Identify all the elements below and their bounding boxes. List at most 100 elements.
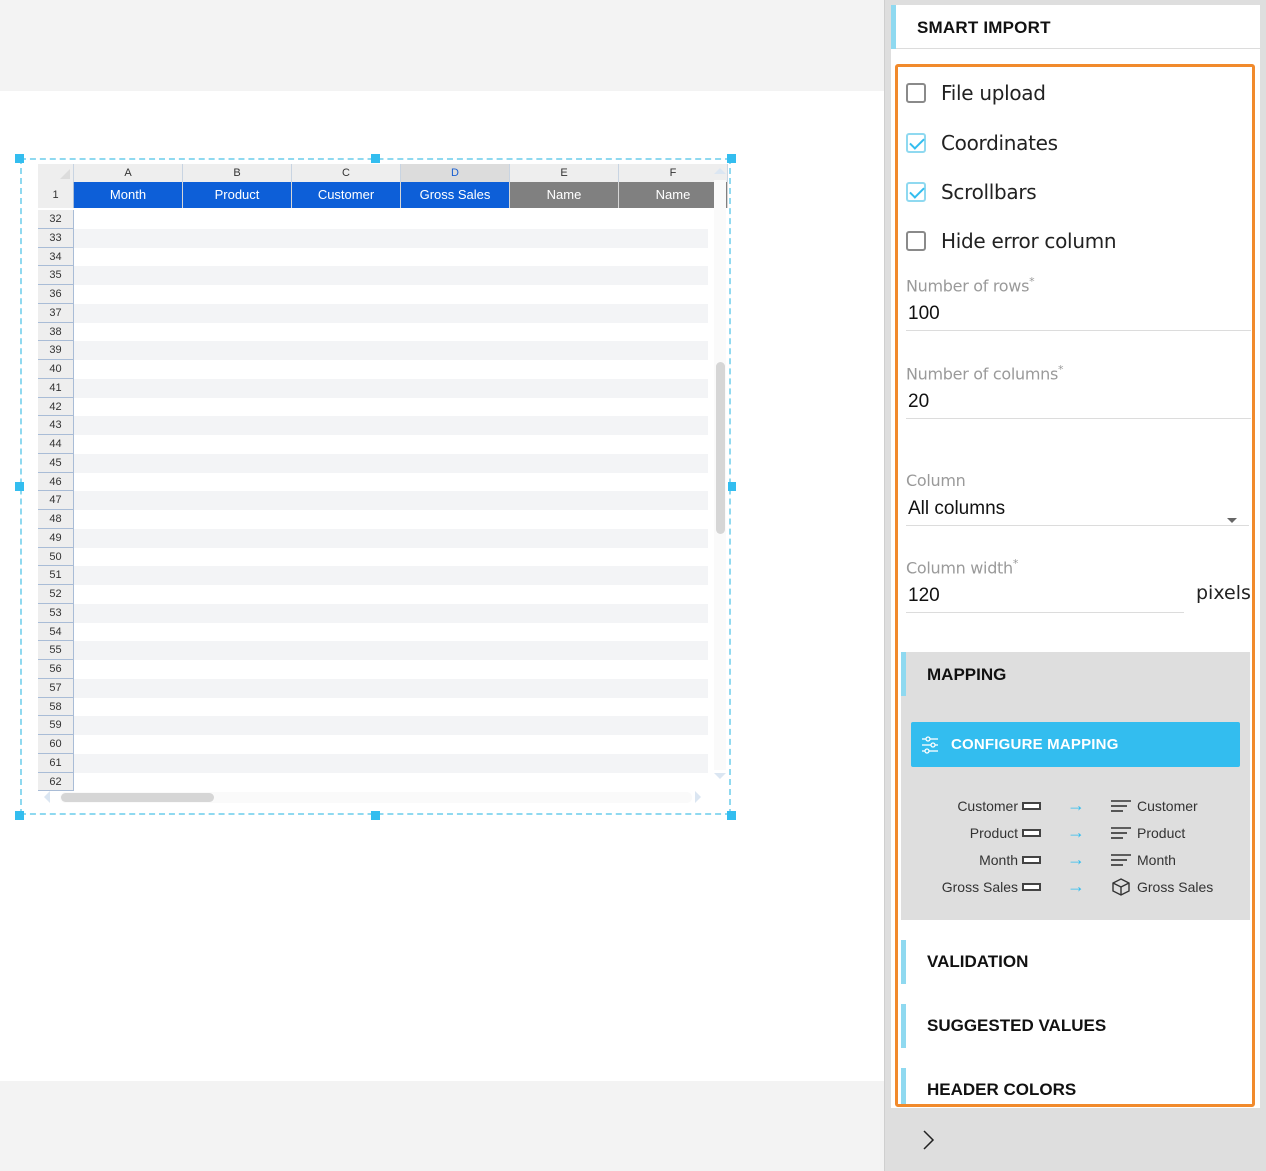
table-row[interactable]: 60 (38, 735, 708, 754)
row-cells[interactable] (74, 341, 708, 360)
resize-handle-bottom-left[interactable] (15, 811, 24, 820)
row-number[interactable]: 35 (38, 266, 74, 285)
validation-section[interactable]: VALIDATION (901, 940, 1250, 984)
row-number[interactable]: 44 (38, 435, 74, 454)
header-cell-name[interactable]: Name (619, 182, 728, 208)
column-width-input[interactable]: 120 (906, 585, 1184, 614)
row-number[interactable]: 43 (38, 416, 74, 435)
resize-handle-bottom-right[interactable] (727, 811, 736, 820)
table-row[interactable]: 58 (38, 697, 708, 717)
table-row[interactable]: 52 (38, 585, 708, 604)
header-cell-customer[interactable]: Customer (292, 182, 401, 208)
row-number[interactable]: 56 (38, 660, 74, 679)
table-row[interactable]: 54 (38, 622, 708, 642)
scrollbars-checkbox[interactable] (906, 182, 926, 202)
table-row[interactable]: 39 (38, 341, 708, 360)
row-number[interactable]: 57 (38, 678, 74, 698)
header-colors-section[interactable]: HEADER COLORS (901, 1068, 1250, 1104)
column-letter[interactable]: C (292, 164, 401, 182)
row-cells[interactable] (74, 472, 708, 492)
row-cells[interactable] (74, 641, 708, 660)
row-number[interactable]: 55 (38, 641, 74, 660)
table-row[interactable]: 38 (38, 322, 708, 342)
table-row[interactable]: 36 (38, 285, 708, 304)
column-letter[interactable]: B (183, 164, 292, 182)
table-row[interactable]: 56 (38, 660, 708, 679)
row-cells[interactable] (74, 247, 708, 267)
scroll-left-arrow-icon[interactable] (44, 791, 50, 803)
row-cells[interactable] (74, 660, 708, 679)
row-cells[interactable] (74, 585, 708, 604)
table-row[interactable]: 55 (38, 641, 708, 660)
number-of-columns-input[interactable]: 20 (906, 391, 1251, 420)
table-row[interactable]: 59 (38, 716, 708, 735)
column-letter[interactable]: F (619, 164, 728, 182)
row-cells[interactable] (74, 416, 708, 435)
row-number[interactable]: 45 (38, 453, 74, 473)
table-row[interactable]: 42 (38, 397, 708, 417)
table-row[interactable]: 34 (38, 247, 708, 267)
row-cells[interactable] (74, 453, 708, 473)
dropdown-arrow-icon[interactable] (1227, 518, 1237, 523)
row-cells[interactable] (74, 285, 708, 304)
row-number[interactable]: 50 (38, 547, 74, 567)
column-select[interactable]: All columns (906, 498, 1249, 526)
row-number[interactable]: 39 (38, 341, 74, 360)
resize-handle-top-right[interactable] (727, 154, 736, 163)
row-cells[interactable] (74, 678, 708, 698)
header-cell-gross-sales[interactable]: Gross Sales (401, 182, 510, 208)
row-cells[interactable] (74, 378, 708, 398)
row-cells[interactable] (74, 528, 708, 548)
table-row[interactable]: 45 (38, 453, 708, 473)
table-row[interactable]: 50 (38, 547, 708, 567)
table-row[interactable]: 32 (38, 210, 708, 229)
row-cells[interactable] (74, 753, 708, 773)
file-upload-checkbox[interactable] (906, 83, 926, 103)
row-number[interactable]: 53 (38, 603, 74, 623)
coordinates-checkbox[interactable] (906, 133, 926, 153)
row-number[interactable]: 41 (38, 378, 74, 398)
row-cells[interactable] (74, 566, 708, 585)
table-row[interactable]: 47 (38, 491, 708, 510)
row-cells[interactable] (74, 322, 708, 342)
table-row[interactable]: 48 (38, 510, 708, 529)
suggested-values-section[interactable]: SUGGESTED VALUES (901, 1004, 1250, 1048)
row-number[interactable]: 60 (38, 735, 74, 754)
row-number[interactable]: 61 (38, 753, 74, 773)
row-cells[interactable] (74, 772, 708, 792)
expand-panel-button[interactable] (921, 1128, 941, 1156)
table-row[interactable]: 44 (38, 435, 708, 454)
table-row[interactable]: 61 (38, 753, 708, 773)
row-number[interactable]: 37 (38, 303, 74, 323)
row-cells[interactable] (74, 266, 708, 285)
row-cells[interactable] (74, 210, 708, 229)
resize-handle-top-left[interactable] (15, 154, 24, 163)
table-row[interactable]: 57 (38, 678, 708, 698)
table-row[interactable]: 37 (38, 303, 708, 323)
row-cells[interactable] (74, 622, 708, 642)
scroll-down-arrow-icon[interactable] (714, 773, 726, 779)
hide-error-column-checkbox[interactable] (906, 231, 926, 251)
configure-mapping-button[interactable]: CONFIGURE MAPPING (911, 722, 1240, 767)
panel-header[interactable]: SMART IMPORT (891, 5, 1260, 49)
horizontal-scrollbar-thumb[interactable] (61, 793, 214, 802)
row-number[interactable]: 38 (38, 322, 74, 342)
row-cells[interactable] (74, 547, 708, 567)
row-number[interactable]: 51 (38, 566, 74, 585)
table-row[interactable]: 33 (38, 228, 708, 248)
row-cells[interactable] (74, 716, 708, 735)
row-cells[interactable] (74, 603, 708, 623)
row-cells[interactable] (74, 228, 708, 248)
row-number[interactable]: 1 (38, 182, 74, 208)
resize-handle-top-center[interactable] (371, 154, 380, 163)
row-number[interactable]: 49 (38, 528, 74, 548)
table-row[interactable]: 41 (38, 378, 708, 398)
number-of-rows-input[interactable]: 100 (906, 303, 1251, 332)
table-row[interactable]: 46 (38, 472, 708, 492)
row-cells[interactable] (74, 435, 708, 454)
scrollbars-checkbox-row[interactable]: Scrollbars (906, 180, 1037, 204)
row-number[interactable]: 52 (38, 585, 74, 604)
row-cells[interactable] (74, 697, 708, 717)
row-number[interactable]: 42 (38, 397, 74, 417)
scroll-up-arrow-icon[interactable] (714, 168, 726, 174)
